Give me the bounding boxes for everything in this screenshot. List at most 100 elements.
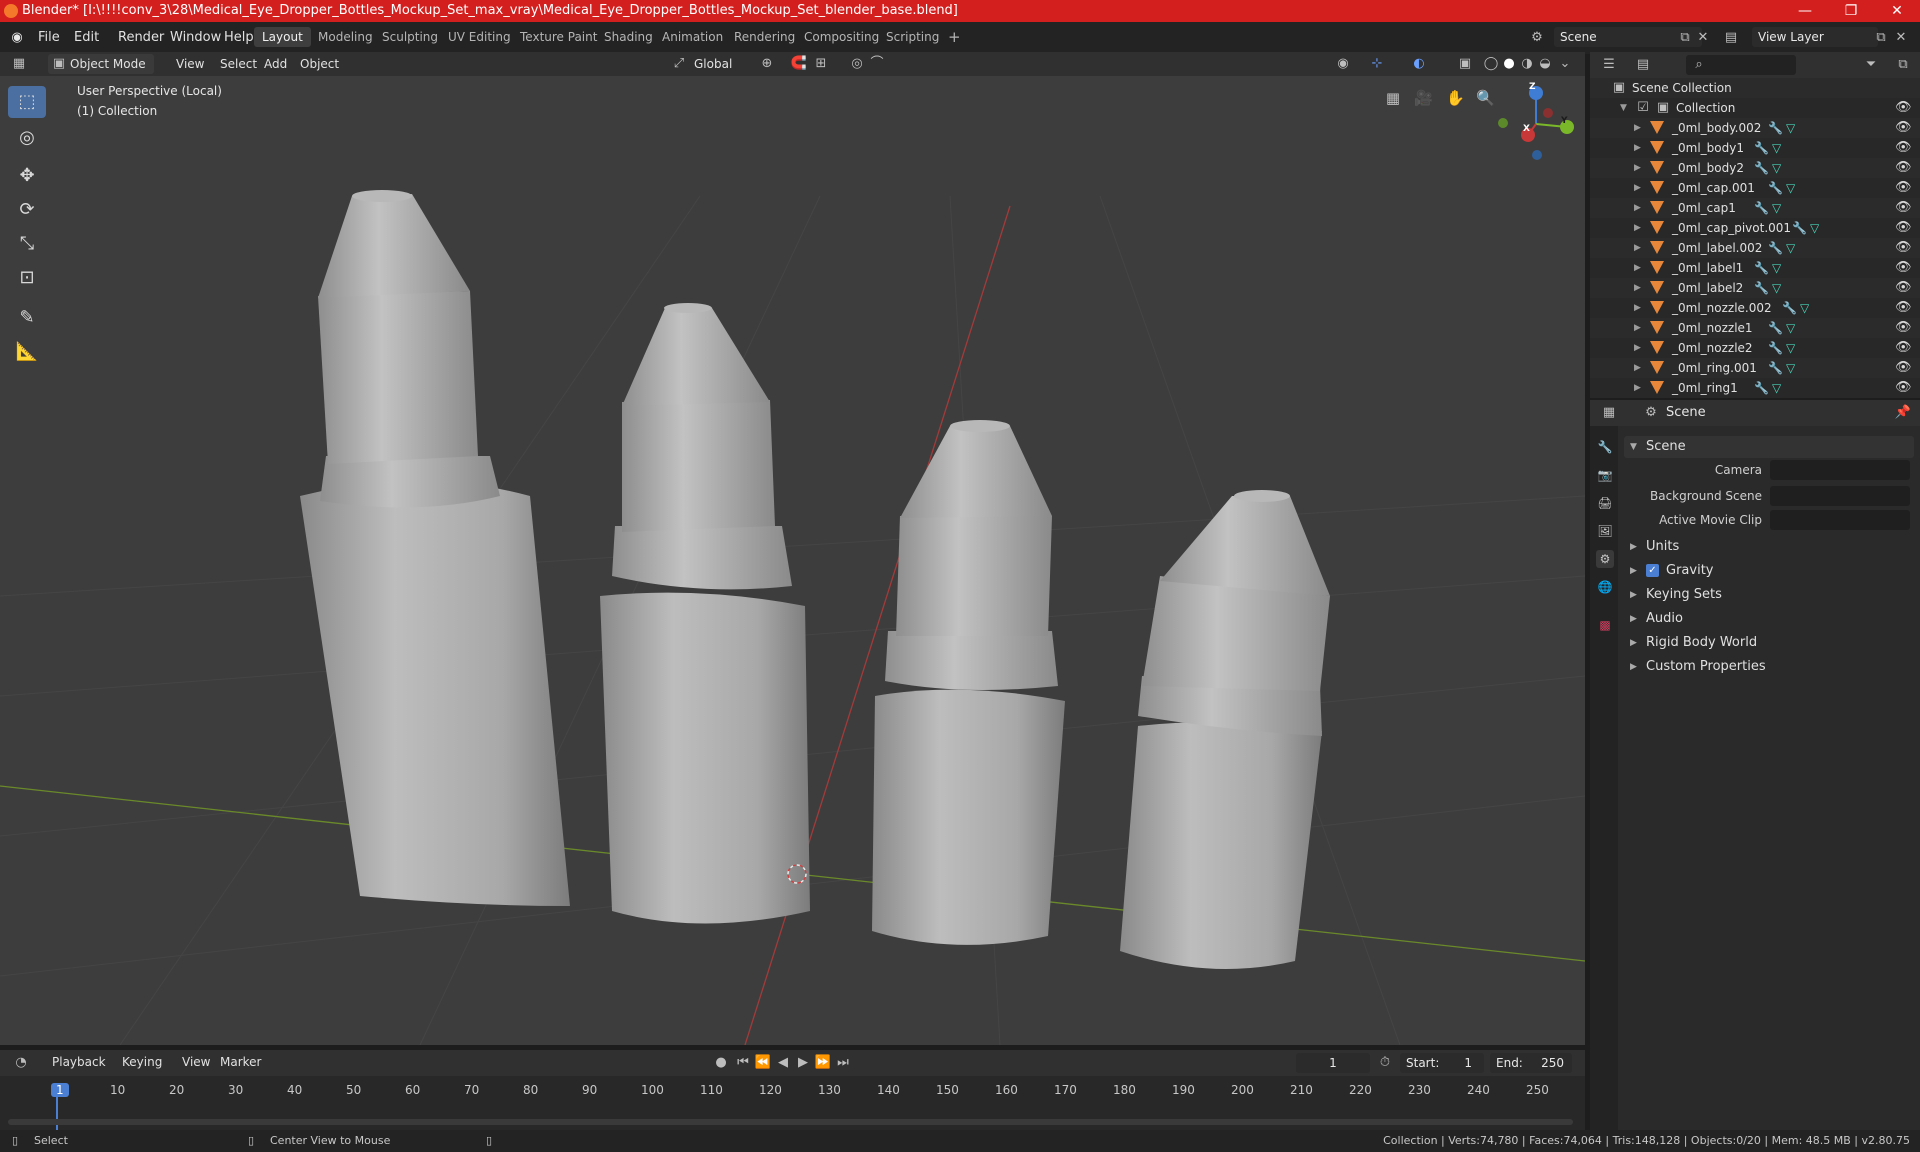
outliner-item[interactable]: ▶ _0ml_body1 🔧 ▽ 👁: [1590, 138, 1920, 158]
tab-layout[interactable]: Layout: [254, 27, 311, 47]
mesh-data-icon[interactable]: ▽: [1786, 118, 1795, 138]
eye-icon[interactable]: 👁: [1895, 318, 1912, 338]
scale-tool-icon[interactable]: ⤡: [8, 228, 46, 260]
outliner-item[interactable]: ▶ _0ml_cap1 🔧 ▽ 👁: [1590, 198, 1920, 218]
modifier-wrench-icon[interactable]: 🔧: [1754, 258, 1769, 278]
tab-sculpting[interactable]: Sculpting: [374, 27, 446, 47]
tool-tab-icon[interactable]: 🔧: [1596, 438, 1614, 456]
world-tab-icon[interactable]: 🌐: [1596, 578, 1614, 596]
mesh-data-icon[interactable]: ▽: [1772, 138, 1781, 158]
modifier-wrench-icon[interactable]: 🔧: [1768, 178, 1783, 198]
overlay-toggle-icon[interactable]: ◐: [1410, 56, 1428, 72]
menu-marker[interactable]: Marker: [214, 1052, 267, 1072]
menu-timeline-view[interactable]: View: [176, 1052, 216, 1072]
tab-shading[interactable]: Shading: [596, 27, 661, 47]
modifier-wrench-icon[interactable]: 🔧: [1782, 298, 1797, 318]
transform-tool-icon[interactable]: ⊡: [8, 262, 46, 294]
view-layer-icon[interactable]: ▤: [1722, 30, 1740, 46]
camera-field[interactable]: [1770, 460, 1910, 480]
mesh-data-icon[interactable]: ▽: [1772, 378, 1781, 398]
add-workspace-icon[interactable]: +: [940, 27, 969, 47]
jump-start-icon[interactable]: ⏮: [734, 1055, 752, 1071]
timeline[interactable]: 1 10 20 30 40 50 60 70 80 90 100 110 120 130 140 150 160…: [0, 1076, 1585, 1130]
snap-icon[interactable]: 🧲: [790, 56, 808, 72]
modifier-wrench-icon[interactable]: 🔧: [1768, 358, 1783, 378]
prev-keyframe-icon[interactable]: ⏪: [754, 1055, 772, 1071]
shading-options-icon[interactable]: ⌄: [1556, 56, 1574, 72]
jump-end-icon[interactable]: ⏭: [834, 1055, 852, 1071]
wireframe-shading-icon[interactable]: ◯: [1482, 56, 1500, 72]
timeline-scrollbar[interactable]: [8, 1119, 1573, 1125]
pivot-icon[interactable]: ⊕: [758, 56, 776, 72]
rendered-shading-icon[interactable]: ◒: [1536, 56, 1554, 72]
mesh-data-icon[interactable]: ▽: [1810, 218, 1819, 238]
tab-texture-paint[interactable]: Texture Paint: [512, 27, 605, 47]
mesh-data-icon[interactable]: ▽: [1772, 258, 1781, 278]
falloff-icon[interactable]: ⌒: [868, 56, 886, 72]
modifier-wrench-icon[interactable]: 🔧: [1768, 238, 1783, 258]
modifier-wrench-icon[interactable]: 🔧: [1768, 318, 1783, 338]
filter-icon[interactable]: ⏷: [1862, 57, 1880, 73]
maximize-button[interactable]: ❐: [1828, 0, 1874, 22]
eye-icon[interactable]: 👁: [1895, 118, 1912, 138]
new-view-layer-icon[interactable]: ⧉: [1872, 30, 1890, 46]
xray-toggle-icon[interactable]: ▣: [1456, 56, 1474, 72]
pin-icon[interactable]: 📌: [1894, 405, 1912, 421]
tab-animation[interactable]: Animation: [654, 27, 731, 47]
menu-keying[interactable]: Keying: [116, 1052, 168, 1072]
expand-icon[interactable]: ▶: [1634, 238, 1641, 258]
properties-editor-icon[interactable]: ▦: [1600, 405, 1618, 421]
outliner-item[interactable]: ▶ _0ml_label.002 🔧 ▽ 👁: [1590, 238, 1920, 258]
editor-type-icon[interactable]: ▦: [10, 56, 28, 72]
eye-icon[interactable]: 👁: [1895, 238, 1912, 258]
expand-icon[interactable]: ▶: [1634, 278, 1641, 298]
3d-viewport[interactable]: Z Y X User Perspective (Local) (1) Colle…: [0, 76, 1585, 1045]
panel-rigid-body-world[interactable]: ▶ Rigid Body World: [1624, 632, 1914, 654]
gizmo-toggle-icon[interactable]: ⊹: [1368, 56, 1386, 72]
eye-icon[interactable]: 👁: [1895, 358, 1912, 378]
expand-icon[interactable]: ▶: [1634, 118, 1641, 138]
texture-tab-icon[interactable]: ▩: [1596, 616, 1614, 634]
mesh-data-icon[interactable]: ▽: [1772, 198, 1781, 218]
eye-icon[interactable]: 👁: [1895, 258, 1912, 278]
outliner-item[interactable]: ▶ _0ml_body2 🔧 ▽ 👁: [1590, 158, 1920, 178]
mesh-data-icon[interactable]: ▽: [1786, 238, 1795, 258]
tab-scripting[interactable]: Scripting: [878, 27, 947, 47]
end-frame-field[interactable]: End: 250: [1490, 1053, 1572, 1073]
expand-icon[interactable]: ▶: [1634, 198, 1641, 218]
expand-icon[interactable]: ▶: [1634, 138, 1641, 158]
panel-gravity[interactable]: ▶ ✓ Gravity: [1624, 560, 1914, 582]
menu-select[interactable]: Select: [214, 54, 263, 74]
menu-object[interactable]: Object: [294, 54, 345, 74]
outliner-item[interactable]: ▶ _0ml_cap_pivot.001 🔧 ▽ 👁: [1590, 218, 1920, 238]
menu-edit[interactable]: Edit: [68, 28, 105, 47]
next-keyframe-icon[interactable]: ⏩: [814, 1055, 832, 1071]
panel-audio[interactable]: ▶ Audio: [1624, 608, 1914, 630]
menu-file[interactable]: File: [32, 28, 66, 47]
active-movie-clip-field[interactable]: [1770, 510, 1910, 530]
view-layer-field[interactable]: View Layer: [1752, 27, 1878, 47]
cursor-tool-icon[interactable]: ◎: [8, 122, 46, 154]
scene-selector-icon[interactable]: ⚙: [1528, 30, 1546, 46]
background-scene-field[interactable]: [1770, 486, 1910, 506]
expand-icon[interactable]: ▶: [1634, 258, 1641, 278]
modifier-wrench-icon[interactable]: 🔧: [1754, 138, 1769, 158]
play-icon[interactable]: ▶: [794, 1055, 812, 1071]
outliner-scene-collection[interactable]: ▣ Scene Collection: [1590, 78, 1920, 98]
modifier-wrench-icon[interactable]: 🔧: [1754, 198, 1769, 218]
scene-tab-icon[interactable]: ⚙: [1596, 550, 1614, 568]
modifier-wrench-icon[interactable]: 🔧: [1768, 338, 1783, 358]
camera-view-icon[interactable]: 🎥: [1414, 90, 1433, 106]
outliner-item[interactable]: ▶ _0ml_body.002 🔧 ▽ 👁: [1590, 118, 1920, 138]
modifier-wrench-icon[interactable]: 🔧: [1792, 218, 1807, 238]
eye-icon[interactable]: 👁: [1895, 178, 1912, 198]
tab-modeling[interactable]: Modeling: [310, 27, 381, 47]
mesh-data-icon[interactable]: ▽: [1786, 178, 1795, 198]
panel-keying-sets[interactable]: ▶ Keying Sets: [1624, 584, 1914, 606]
zoom-icon[interactable]: 🔍: [1476, 90, 1495, 106]
expand-icon[interactable]: ▶: [1634, 298, 1641, 318]
expand-icon[interactable]: ▶: [1634, 158, 1641, 178]
play-reverse-icon[interactable]: ◀: [774, 1055, 792, 1071]
bottle-1[interactable]: [300, 190, 570, 906]
expand-icon[interactable]: ▶: [1634, 378, 1641, 398]
